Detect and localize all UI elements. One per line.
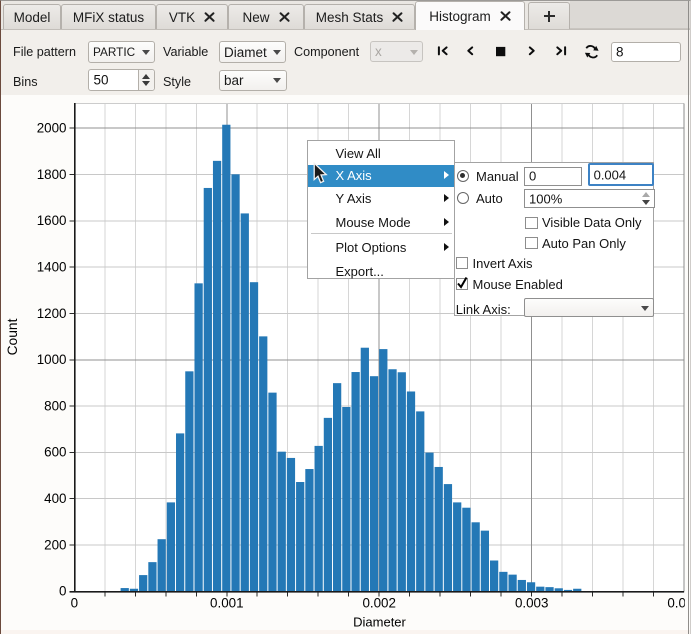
svg-text:400: 400 [44,491,66,506]
svg-text:1200: 1200 [37,306,67,321]
svg-text:Count: Count [5,318,20,355]
svg-text:1400: 1400 [37,259,67,274]
svg-text:2000: 2000 [37,121,67,136]
svg-text:0.003: 0.003 [515,596,549,611]
svg-text:600: 600 [44,445,66,460]
svg-text:1800: 1800 [37,167,67,182]
svg-text:1600: 1600 [37,213,67,228]
svg-text:0: 0 [59,584,66,599]
svg-text:200: 200 [44,537,66,552]
svg-text:Diameter: Diameter [353,615,406,630]
svg-text:0: 0 [71,596,78,611]
svg-text:0.002: 0.002 [362,596,396,611]
svg-text:1000: 1000 [37,352,67,367]
svg-text:800: 800 [44,398,66,413]
svg-text:0.001: 0.001 [210,596,244,611]
